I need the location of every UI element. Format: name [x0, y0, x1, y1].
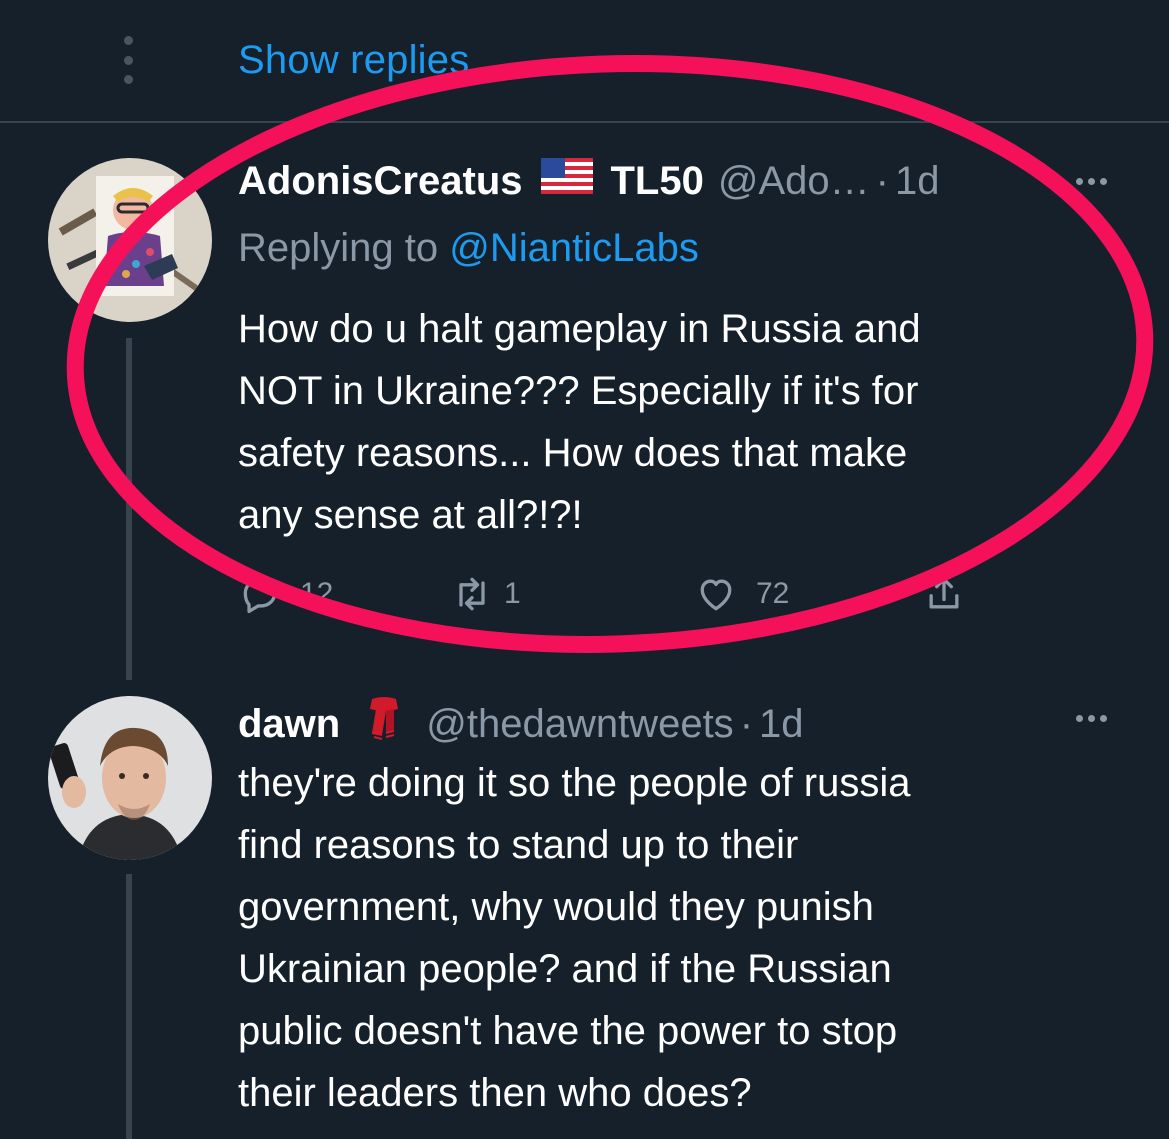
more-vertical-icon[interactable]: [116, 36, 140, 84]
twitter-thread: Show replies AdonisCreatus TL50 @Ado… · …: [0, 0, 1169, 1139]
retweet-icon: [459, 577, 485, 611]
thread-line: [126, 338, 132, 680]
reply-count: 12: [300, 577, 334, 610]
text-line: their leaders then who does?: [238, 1071, 752, 1115]
reply-button[interactable]: 12: [238, 572, 333, 616]
like-button[interactable]: 72: [694, 572, 789, 616]
avatar[interactable]: [48, 158, 212, 322]
thread-line: [126, 874, 132, 1139]
tweet-text: they're doing it so the people of russia…: [238, 752, 1118, 1124]
display-name[interactable]: AdonisCreatus: [238, 159, 523, 204]
tweet-text: How do u halt gameplay in Russia and NOT…: [238, 298, 1118, 546]
share-button[interactable]: [922, 572, 966, 616]
text-line: How do u halt gameplay in Russia and: [238, 307, 921, 351]
like-icon: [700, 579, 732, 611]
retweet-button[interactable]: 1: [450, 572, 521, 616]
flag-us-icon: [540, 158, 593, 204]
avatar[interactable]: [48, 696, 212, 860]
text-line: they're doing it so the people of russia: [238, 761, 911, 805]
more-horizontal-icon[interactable]: [1076, 178, 1107, 185]
separator: ·: [739, 701, 754, 746]
badge-text: TL50: [610, 158, 704, 203]
text-line: find reasons to stand up to their: [238, 823, 799, 867]
timestamp[interactable]: 1d: [895, 159, 940, 204]
replying-to: Replying to @NianticLabs: [238, 226, 699, 271]
tweet-actions: 12 1 72: [238, 568, 998, 624]
timestamp[interactable]: 1d: [759, 702, 804, 747]
like-count: 72: [756, 577, 790, 610]
separator: ·: [875, 158, 889, 203]
text-line: any sense at all?!?!: [238, 493, 583, 537]
retweet-count: 1: [504, 577, 521, 610]
text-line: government, why would they punish: [238, 885, 874, 929]
display-name[interactable]: dawn: [238, 702, 340, 747]
tweet-header: AdonisCreatus TL50 @Ado… · 1d: [238, 158, 939, 204]
show-replies-link[interactable]: Show replies: [238, 38, 469, 83]
tweet-header: dawn @thedawntweets · 1d: [238, 695, 804, 753]
text-line: NOT in Ukraine??? Especially if it's for: [238, 369, 919, 413]
scarf-emoji-icon: [364, 695, 404, 753]
share-icon: [929, 577, 959, 609]
handle[interactable]: @thedawntweets: [426, 702, 733, 747]
mention-link[interactable]: @NianticLabs: [449, 226, 699, 270]
text-line: safety reasons... How does that make: [238, 431, 908, 475]
reply-icon: [243, 578, 277, 614]
replying-prefix: Replying to: [238, 226, 450, 270]
text-line: Ukrainian people? and if the Russian: [238, 947, 892, 991]
more-horizontal-icon[interactable]: [1076, 715, 1107, 722]
divider: [0, 121, 1169, 123]
text-line: public doesn't have the power to stop: [238, 1009, 898, 1053]
handle[interactable]: @Ado…: [718, 159, 870, 204]
